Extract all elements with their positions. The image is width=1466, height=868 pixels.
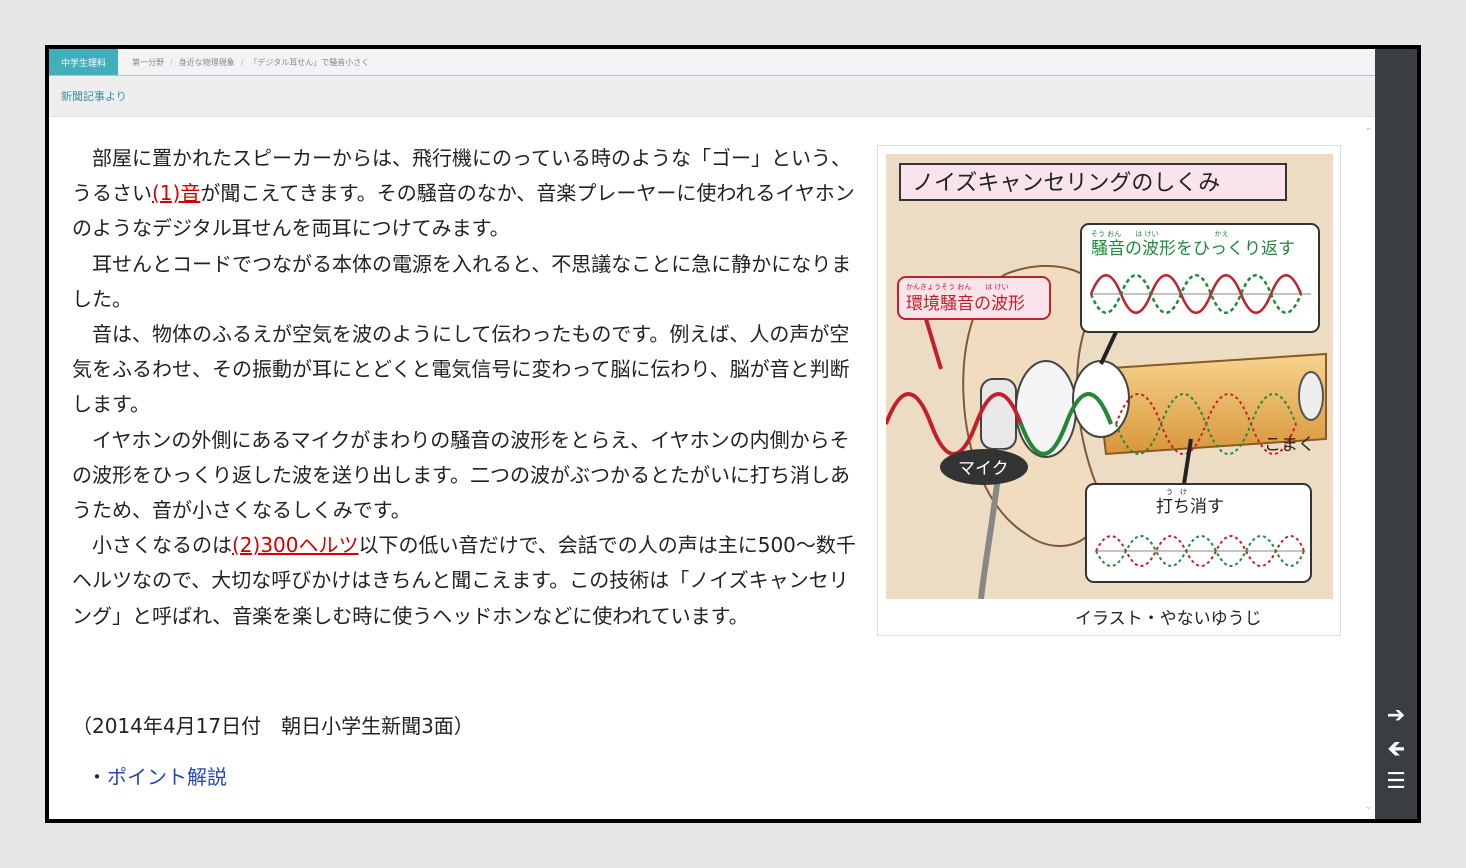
noise-cancel-illustration: ノイズキャンセリングのしくみ そう おん は けい かえ 騒音の波形をひっくり返… [877, 145, 1341, 636]
article-body: 部屋に置かれたスピーカーからは、飛行機にのっている時のような「ゴー」という、うる… [72, 141, 862, 634]
paragraph-1: 部屋に置かれたスピーカーからは、飛行機にのっている時のような「ゴー」という、うる… [72, 141, 862, 247]
earphone-outer [980, 378, 1017, 450]
reverse-ruby: そう おん は けい かえ [1091, 230, 1228, 238]
sub-navigation: 新聞記事より [49, 76, 1375, 117]
breadcrumb-item-current: 「デジタル耳せん」で騒音小さく [249, 57, 370, 67]
figure-title: ノイズキャンセリングのしくみ [912, 171, 1220, 196]
arrow-left-icon[interactable]: 🡸 [1381, 737, 1411, 763]
menu-icon[interactable]: ☰ [1381, 769, 1411, 795]
article-dateline: （2014年4月17日付 朝日小学生新聞3面） [72, 714, 474, 738]
reverse-label: 騒音の波形をひっくり返す [1091, 239, 1295, 259]
illustration-svg: ノイズキャンセリングのしくみ そう おん は けい かえ 騒音の波形をひっくり返… [886, 154, 1333, 599]
paragraph-5: 小さくなるのは(2)300ヘルツ以下の低い音だけで、会話での人の声は主に500～… [72, 528, 862, 634]
subject-tab[interactable]: 中学生理科 [49, 49, 119, 75]
cancel-ruby: う け [1166, 488, 1187, 496]
cancel-label: 打ち消す [1156, 497, 1224, 517]
paragraph-3: 音は、物体のふるえが空気を波のようにして伝わったものです。例えば、人の声が空気を… [72, 322, 850, 417]
earphone-body [1015, 360, 1077, 458]
breadcrumb-item[interactable]: 第一分野 [132, 57, 164, 68]
hertz-term-link[interactable]: (2)300ヘルツ [232, 533, 359, 557]
app-frame: 中学生理科 第一分野 / 身近な物理現象 / 「デジタル耳せん」で騒音小さく 新… [45, 45, 1421, 823]
paragraph-2: 耳せんとコードでつながる本体の電源を入れると、不思議なことに急に静かになりました… [72, 251, 852, 311]
newspaper-article-link[interactable]: 新聞記事より [61, 88, 127, 104]
breadcrumb-separator: / [170, 57, 173, 67]
bullet: ・ [87, 765, 107, 789]
env-label: 環境騒音の波形 [906, 294, 1025, 314]
page-controls-sidebar: ➔ 🡸 ☰ [1375, 49, 1417, 819]
eardrum [1298, 371, 1324, 421]
sound-term-link[interactable]: (1)音 [152, 181, 200, 205]
breadcrumb: 第一分野 / 身近な物理現象 / 「デジタル耳せん」で騒音小さく [132, 57, 369, 68]
content-screen: 中学生理科 第一分野 / 身近な物理現象 / 「デジタル耳せん」で騒音小さく 新… [49, 49, 1375, 819]
point-explanation-link[interactable]: ポイント解説 [107, 765, 227, 789]
point-explanation: ・ポイント解説 [87, 761, 227, 790]
scrollbar[interactable]: ⌃ ⌄ [1362, 121, 1375, 819]
eardrum-label: こまく [1264, 435, 1315, 455]
chevron-up-icon[interactable]: ⌃ [1362, 127, 1375, 139]
breadcrumb-separator: / [240, 57, 244, 67]
breadcrumb-item[interactable]: 身近な物理現象 [179, 57, 235, 68]
paragraph-4: イヤホンの外側にあるマイクがまわりの騒音の波形をとらえ、イヤホンの内側からその波… [72, 427, 850, 523]
env-ruby: かんきょうそう おん は けい [906, 283, 1008, 291]
arrow-right-icon[interactable]: ➔ [1381, 703, 1411, 729]
top-navigation: 中学生理科 第一分野 / 身近な物理現象 / 「デジタル耳せん」で騒音小さく [49, 49, 1375, 76]
text: 小さくなるのは [92, 533, 232, 558]
illustration-credit: イラスト・やないゆうじ [1075, 609, 1262, 629]
mic-label: マイク [958, 459, 1009, 479]
chevron-down-icon[interactable]: ⌄ [1362, 801, 1375, 813]
